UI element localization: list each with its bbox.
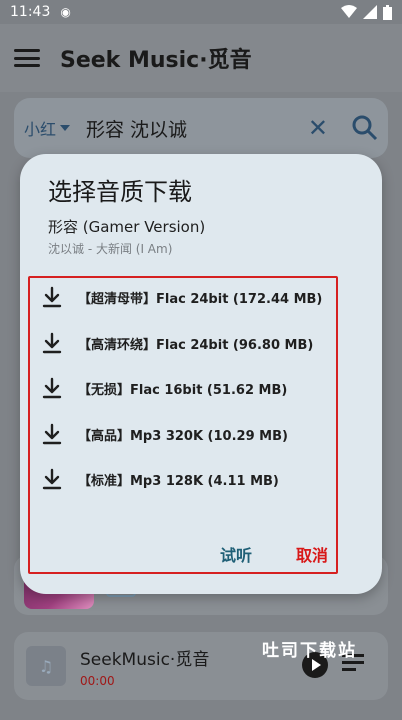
preview-button[interactable]: 试听 [220,542,252,566]
download-icon [42,377,62,399]
wifi-icon [341,5,357,18]
download-icon [42,468,62,490]
cancel-button[interactable]: 取消 [296,542,328,566]
clear-icon[interactable]: ✕ [308,114,328,142]
song-title: 形容 (Gamer Version) [48,218,206,236]
quality-dialog: 选择音质下载 形容 (Gamer Version) 沈以诚 - 大新闻 (I A… [20,154,382,594]
source-label: 小红 [24,120,57,139]
menu-icon[interactable] [14,49,40,67]
source-dropdown[interactable]: 小红 [24,116,71,140]
app-bar: Seek Music·觅音 [0,24,402,92]
player-title: SeekMusic·觅音 [80,649,210,670]
search-input[interactable]: 形容 沈以诚 [86,115,308,142]
quality-option[interactable]: 【高品】Mp3 320K (10.29 MB) [42,419,288,449]
download-icon [42,332,62,354]
status-time: 11:43 [10,4,51,20]
battery-icon [383,4,392,20]
app-title: Seek Music·觅音 [60,48,252,73]
notification-icon: ◉ [60,5,71,19]
music-note-icon: ♫ [26,646,66,686]
quality-option[interactable]: 【高清环绕】Flac 24bit (96.80 MB) [42,328,313,358]
search-icon[interactable] [352,115,378,141]
player-time: 00:00 [80,673,115,688]
option-label: 【超清母带】Flac 24bit (172.44 MB) [78,291,323,307]
download-icon [42,423,62,445]
option-label: 【高清环绕】Flac 24bit (96.80 MB) [78,337,314,353]
dropdown-arrow-icon [60,125,71,131]
artist-album: 沈以诚 - 大新闻 (I Am) [48,242,173,256]
option-label: 【无损】Flac 16bit (51.62 MB) [78,382,288,398]
signal-icon [363,5,377,19]
quality-option[interactable]: 【标准】Mp3 128K (4.11 MB) [42,464,279,494]
search-bar: 小红 形容 沈以诚 ✕ [14,98,388,158]
option-label: 【高品】Mp3 320K (10.29 MB) [78,428,288,444]
dialog-title: 选择音质下载 [48,178,192,206]
status-bar: 11:43 ◉ [0,0,402,24]
quality-option[interactable]: 【无损】Flac 16bit (51.62 MB) [42,373,287,403]
quality-option[interactable]: 【超清母带】Flac 24bit (172.44 MB) [42,282,322,312]
download-icon [42,286,62,308]
watermark: 吐司下载站 [262,641,357,661]
option-label: 【标准】Mp3 128K (4.11 MB) [78,473,279,489]
